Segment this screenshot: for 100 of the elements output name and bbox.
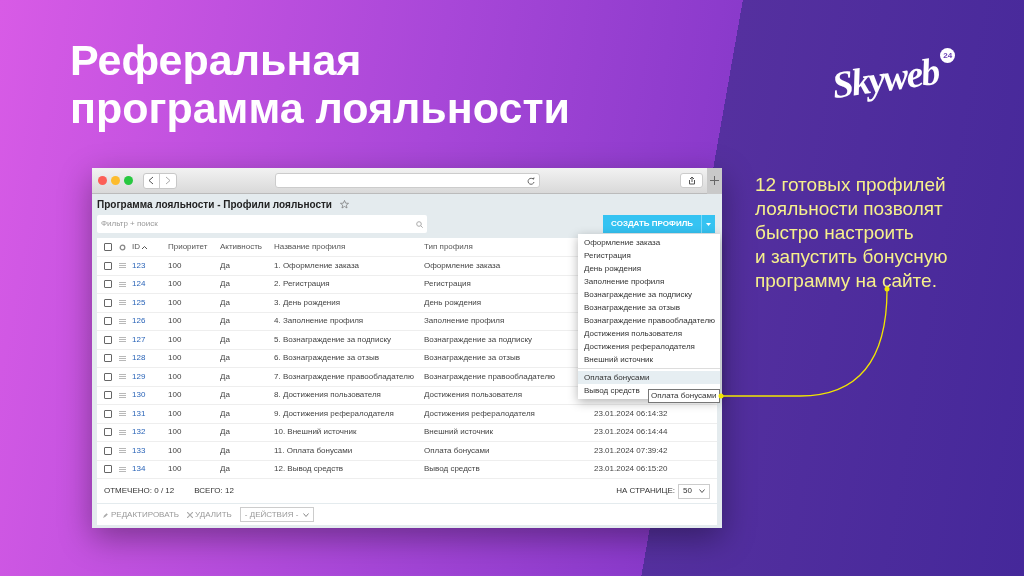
checkbox[interactable] xyxy=(104,446,112,455)
maximize-icon[interactable] xyxy=(123,176,133,185)
table-cell: Да xyxy=(220,297,230,307)
id-link[interactable]: 127 xyxy=(132,334,146,344)
drag-handle-icon[interactable] xyxy=(119,355,126,361)
slide-heading: Реферальная xyxy=(70,36,363,84)
table-cell: 23.01.2024 06:15:20 xyxy=(594,463,668,476)
table-cell: 100 xyxy=(168,353,182,363)
table-cell: 8. Достижения пользователя xyxy=(274,390,381,400)
column-header[interactable]: Приоритет xyxy=(168,241,208,253)
table-cell: Да xyxy=(220,390,230,400)
column-header[interactable]: Тип профиля xyxy=(424,241,473,253)
drag-handle-icon[interactable] xyxy=(119,411,126,417)
per-page-label: НА СТРАНИЦЕ: xyxy=(616,485,675,497)
drag-handle-icon[interactable] xyxy=(119,466,126,472)
table-cell: 100 xyxy=(168,390,182,400)
share-icon xyxy=(687,176,696,185)
id-link[interactable]: 130 xyxy=(132,390,146,400)
column-header[interactable]: Активность xyxy=(220,241,262,253)
table-cell: Да xyxy=(220,445,230,455)
menu-item[interactable]: Регистрация xyxy=(578,249,720,262)
drag-handle-icon[interactable] xyxy=(119,300,126,306)
menu-item[interactable]: День рождения xyxy=(578,262,720,275)
table-cell: Да xyxy=(220,464,230,474)
reload-icon[interactable] xyxy=(527,176,536,185)
back-icon xyxy=(148,176,155,185)
column-header[interactable]: ID xyxy=(132,241,140,253)
column-header[interactable]: Название профиля xyxy=(274,241,346,253)
id-link[interactable]: 134 xyxy=(132,464,146,474)
menu-item[interactable]: Вознаграждение за отзыв xyxy=(578,301,720,314)
id-link[interactable]: 131 xyxy=(132,408,146,418)
sort-ascending-icon xyxy=(142,245,147,249)
menu-item[interactable]: Вознаграждение правообладателю xyxy=(578,314,720,327)
checkbox[interactable] xyxy=(104,465,112,474)
table-cell: День рождения xyxy=(424,297,482,307)
table-cell: Да xyxy=(220,371,230,381)
drag-handle-icon[interactable] xyxy=(119,281,126,287)
drag-handle-icon[interactable] xyxy=(119,374,126,380)
drag-handle-icon[interactable] xyxy=(119,392,126,398)
checkbox[interactable] xyxy=(104,261,112,270)
checkbox[interactable] xyxy=(104,243,112,251)
id-link[interactable]: 123 xyxy=(132,260,146,270)
table-cell: 6. Вознаграждение за отзыв xyxy=(274,353,379,363)
menu-item[interactable]: Достижения пользователя xyxy=(578,327,720,340)
table-cell: 1. Оформление заказа xyxy=(274,260,360,270)
checkbox[interactable] xyxy=(104,354,112,363)
table-cell: 10. Внешний источник xyxy=(274,427,357,437)
table-cell: 2. Регистрация xyxy=(274,279,330,289)
id-link[interactable]: 129 xyxy=(132,371,146,381)
table-cell: 11. Оплата бонусами xyxy=(274,445,353,455)
menu-item[interactable]: Вознаграждение за подписку xyxy=(578,288,720,301)
checkbox[interactable] xyxy=(104,280,112,289)
menu-item[interactable]: Оформление заказа xyxy=(578,236,720,249)
tooltip: Оплата бонусами xyxy=(648,389,720,403)
id-link[interactable]: 132 xyxy=(132,427,146,437)
chevron-down-icon xyxy=(303,512,310,517)
table-cell: 3. День рождения xyxy=(274,297,341,307)
table-cell: Да xyxy=(220,279,230,289)
drag-handle-icon[interactable] xyxy=(119,263,126,269)
id-link[interactable]: 128 xyxy=(132,353,146,363)
id-link[interactable]: 133 xyxy=(132,445,146,455)
chevron-down-icon xyxy=(699,489,705,493)
table-cell: Заполнение профиля xyxy=(424,316,505,326)
checkbox[interactable] xyxy=(104,391,112,400)
favorite-star-icon[interactable] xyxy=(340,199,350,209)
caret-button[interactable] xyxy=(701,215,715,233)
new-tab-button[interactable] xyxy=(707,167,722,194)
close-icon[interactable] xyxy=(98,176,107,185)
checkbox[interactable] xyxy=(104,298,112,307)
id-link[interactable]: 126 xyxy=(132,316,146,326)
share-button[interactable] xyxy=(680,173,704,188)
menu-item[interactable]: Оплата бонусами xyxy=(578,371,720,384)
table-cell: 100 xyxy=(168,297,182,307)
minimize-icon[interactable] xyxy=(110,176,120,185)
checkbox[interactable] xyxy=(104,317,112,326)
drag-handle-icon[interactable] xyxy=(119,318,126,324)
plus-icon xyxy=(710,176,719,185)
checkbox[interactable] xyxy=(104,409,112,418)
menu-item[interactable]: Заполнение профиля xyxy=(578,275,720,288)
id-link[interactable]: 125 xyxy=(132,297,146,307)
table-cell: 5. Вознаграждение за подписку xyxy=(274,334,391,344)
caption-text: лояльности позволят xyxy=(755,197,944,221)
drag-handle-icon[interactable] xyxy=(119,337,126,343)
menu-item[interactable]: Достижения рефералодателя xyxy=(578,340,720,353)
checkbox[interactable] xyxy=(104,428,112,437)
drag-handle-icon[interactable] xyxy=(119,429,126,435)
caret-icon xyxy=(706,222,711,226)
table-cell: 100 xyxy=(168,279,182,289)
drag-handle-icon[interactable] xyxy=(119,448,126,454)
logo: Skyweb xyxy=(829,48,941,108)
marked-count: ОТМЕЧЕНО: 0 / 12 xyxy=(104,485,175,497)
table-cell: 23.01.2024 06:14:44 xyxy=(594,426,668,439)
id-link[interactable]: 124 xyxy=(132,279,146,289)
checkbox[interactable] xyxy=(104,335,112,344)
table-cell: Оплата бонусами xyxy=(424,445,490,455)
menu-item[interactable]: Внешний источник xyxy=(578,353,720,366)
per-page-select[interactable]: 50 xyxy=(678,483,710,499)
table-cell: Вознаграждение правообладателю xyxy=(424,371,556,381)
table-cell: 4. Заполнение профиля xyxy=(274,316,364,326)
checkbox[interactable] xyxy=(104,372,112,381)
